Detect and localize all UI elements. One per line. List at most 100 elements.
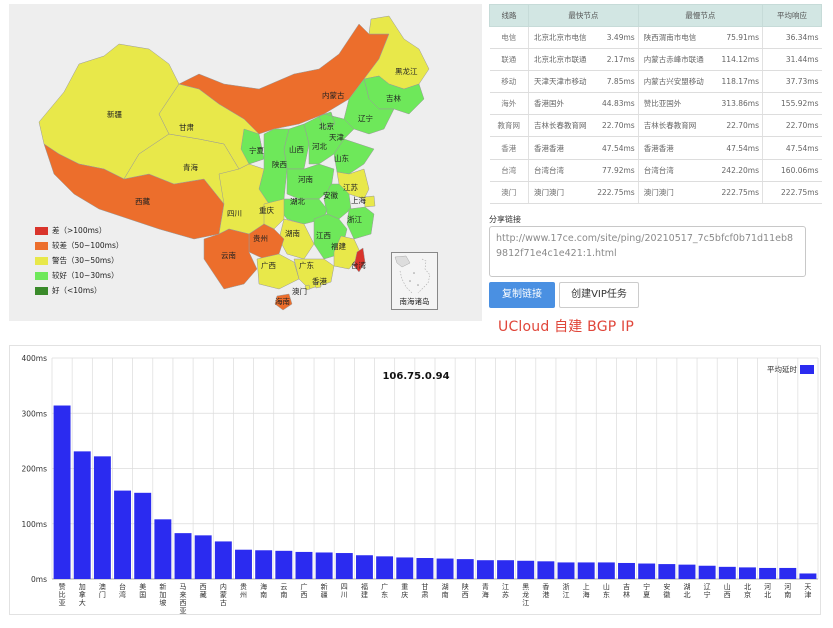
chart-bar[interactable] xyxy=(537,561,555,579)
legend-item-bad[interactable]: 差（>100ms） xyxy=(35,224,123,237)
x-category-label: 上海 xyxy=(583,582,590,599)
chart-bar[interactable] xyxy=(214,541,232,579)
x-category-label: 天津 xyxy=(804,583,811,599)
chart-bar[interactable] xyxy=(376,556,394,579)
chart-bar[interactable] xyxy=(355,555,373,579)
legend-item-warning[interactable]: 警告（30~50ms） xyxy=(35,254,123,267)
chart-bar[interactable] xyxy=(154,519,172,579)
x-category-label: 安徽 xyxy=(663,582,670,599)
header-average[interactable]: 平均响应 xyxy=(762,4,822,27)
legend-item-good[interactable]: 好（<10ms） xyxy=(35,284,123,297)
chart-bar[interactable] xyxy=(517,560,535,579)
chart-bar[interactable] xyxy=(335,553,353,579)
chart-bar[interactable] xyxy=(577,562,595,579)
label-guangxi: 广西 xyxy=(261,260,276,270)
header-slowest[interactable]: 最慢节点 xyxy=(637,4,764,27)
chart-bar[interactable] xyxy=(799,573,817,579)
chart-bar[interactable] xyxy=(174,533,192,579)
x-category-label: 甘肃 xyxy=(421,582,428,599)
province-sichuan[interactable] xyxy=(218,163,270,235)
chart-bar[interactable] xyxy=(396,557,414,579)
x-category-label: 台湾 xyxy=(119,582,126,599)
chart-bar[interactable] xyxy=(779,567,797,579)
chart-bar[interactable] xyxy=(194,535,212,579)
chart-bar[interactable] xyxy=(315,552,333,579)
legend-swatch xyxy=(35,241,48,250)
chart-bar[interactable] xyxy=(436,558,454,579)
fastest-node-cell: 吉林长春教育网 xyxy=(528,114,593,138)
x-category-label: 西藏 xyxy=(200,583,207,599)
chart-bar[interactable] xyxy=(597,562,615,579)
x-category-label: 四川 xyxy=(341,583,348,599)
chart-bar[interactable] xyxy=(759,567,777,579)
share-link-label: 分享链接 xyxy=(489,215,521,224)
chart-bar[interactable] xyxy=(738,567,756,579)
line-cell: 澳门 xyxy=(489,181,529,204)
x-category-label: 黑龙江 xyxy=(522,583,529,607)
slowest-ms-cell: 114.12ms xyxy=(713,48,763,72)
chart-bar[interactable] xyxy=(658,564,676,579)
x-category-label: 新疆 xyxy=(321,582,328,599)
fastest-node-cell: 香港香港 xyxy=(528,136,593,160)
slowest-ms-cell: 118.17ms xyxy=(713,70,763,94)
header-line[interactable]: 线路 xyxy=(489,4,529,27)
chart-bar[interactable] xyxy=(718,566,736,579)
chart-bar[interactable] xyxy=(416,558,434,579)
label-shanxi: 山西 xyxy=(289,144,304,154)
x-category-label: 广西 xyxy=(300,582,307,599)
fastest-ms-cell: 3.49ms xyxy=(592,26,639,50)
chart-bar[interactable] xyxy=(73,451,91,579)
label-xinjiang: 新疆 xyxy=(107,109,122,119)
province-guangxi[interactable] xyxy=(256,253,300,290)
chart-bar[interactable] xyxy=(456,559,474,579)
label-jiangxi: 江西 xyxy=(316,231,331,240)
chart-bar[interactable] xyxy=(275,550,293,579)
x-category-label: 江苏 xyxy=(502,583,509,599)
chart-bar[interactable] xyxy=(678,564,696,579)
chart-bar[interactable] xyxy=(557,562,575,579)
chart-bar[interactable] xyxy=(235,549,252,579)
fastest-node-cell: 澳门澳门 xyxy=(528,181,593,204)
chart-bar[interactable] xyxy=(698,565,716,579)
chart-bar[interactable] xyxy=(93,456,111,579)
caption-text: UCloud 自建 BGP IP xyxy=(498,319,635,335)
header-fastest[interactable]: 最快节点 xyxy=(528,4,639,27)
table-body: 电信 北京北京市电信 3.49ms 陕西渭南市电信 75.91ms 36.34ms 联通 北京… xyxy=(489,26,822,204)
average-cell: 22.70ms xyxy=(762,114,822,138)
label-hubei: 湖北 xyxy=(290,197,305,206)
chart-bar[interactable] xyxy=(638,563,656,579)
chart-legend[interactable]: 平均延时 xyxy=(767,364,814,374)
table-row: 台湾 台湾台湾 77.92ms 台湾台湾 242.20ms 160.06ms xyxy=(489,159,822,182)
table-row: 澳门 澳门澳门 222.75ms 澳门澳门 222.75ms 222.75ms xyxy=(489,181,822,204)
label-tibet: 西藏 xyxy=(135,196,150,206)
copy-link-button[interactable]: 复制链接 xyxy=(489,282,555,308)
table-header-row: 线路 最快节点 最慢节点 平均响应 xyxy=(489,4,822,27)
chart-bar[interactable] xyxy=(497,560,515,579)
fastest-node-cell: 香港国外 xyxy=(528,92,593,116)
map-legend: 差（>100ms） 较差（50~100ms） 警告（30~50ms） 较好（10… xyxy=(35,224,123,299)
chart-bar[interactable] xyxy=(255,550,273,579)
line-cell: 香港 xyxy=(489,136,529,160)
label-yunnan: 云南 xyxy=(221,250,236,260)
chart-bar[interactable] xyxy=(114,490,132,579)
chart-bar[interactable] xyxy=(476,560,494,579)
share-link-textarea[interactable]: http://www.17ce.com/site/ping/20210517_7… xyxy=(489,226,806,277)
china-map-panel: 新疆 甘肃 青海 西藏 四川 云南 内蒙古 黑龙江 吉林 辽宁 北京 天津 河北… xyxy=(9,4,482,321)
chart-bar[interactable] xyxy=(618,562,635,579)
label-heilongjiang: 黑龙江 xyxy=(395,66,418,76)
create-vip-task-button[interactable]: 创建VIP任务 xyxy=(559,282,639,308)
average-cell: 160.06ms xyxy=(762,159,822,182)
average-cell: 36.34ms xyxy=(762,26,822,50)
label-hunan: 湖南 xyxy=(285,228,300,238)
label-sichuan: 四川 xyxy=(227,209,242,218)
chart-bar[interactable] xyxy=(134,492,152,579)
chart-bar[interactable] xyxy=(53,405,71,579)
label-hongkong: 香港 xyxy=(312,276,327,286)
legend-item-poor[interactable]: 较差（50~100ms） xyxy=(35,239,123,252)
x-category-label: 马来西亚 xyxy=(180,583,187,615)
x-category-label: 新加坡 xyxy=(159,582,166,607)
x-category-label: 吉林 xyxy=(623,583,630,599)
chart-x-labels: 赞比亚 加拿大 澳门台湾美国 新加坡 马来西亚 西藏 内蒙古 贵州海南云南广西新疆四川福建广东… xyxy=(59,582,812,615)
legend-item-fair[interactable]: 较好（10~30ms） xyxy=(35,269,123,282)
chart-bar[interactable] xyxy=(295,551,313,579)
